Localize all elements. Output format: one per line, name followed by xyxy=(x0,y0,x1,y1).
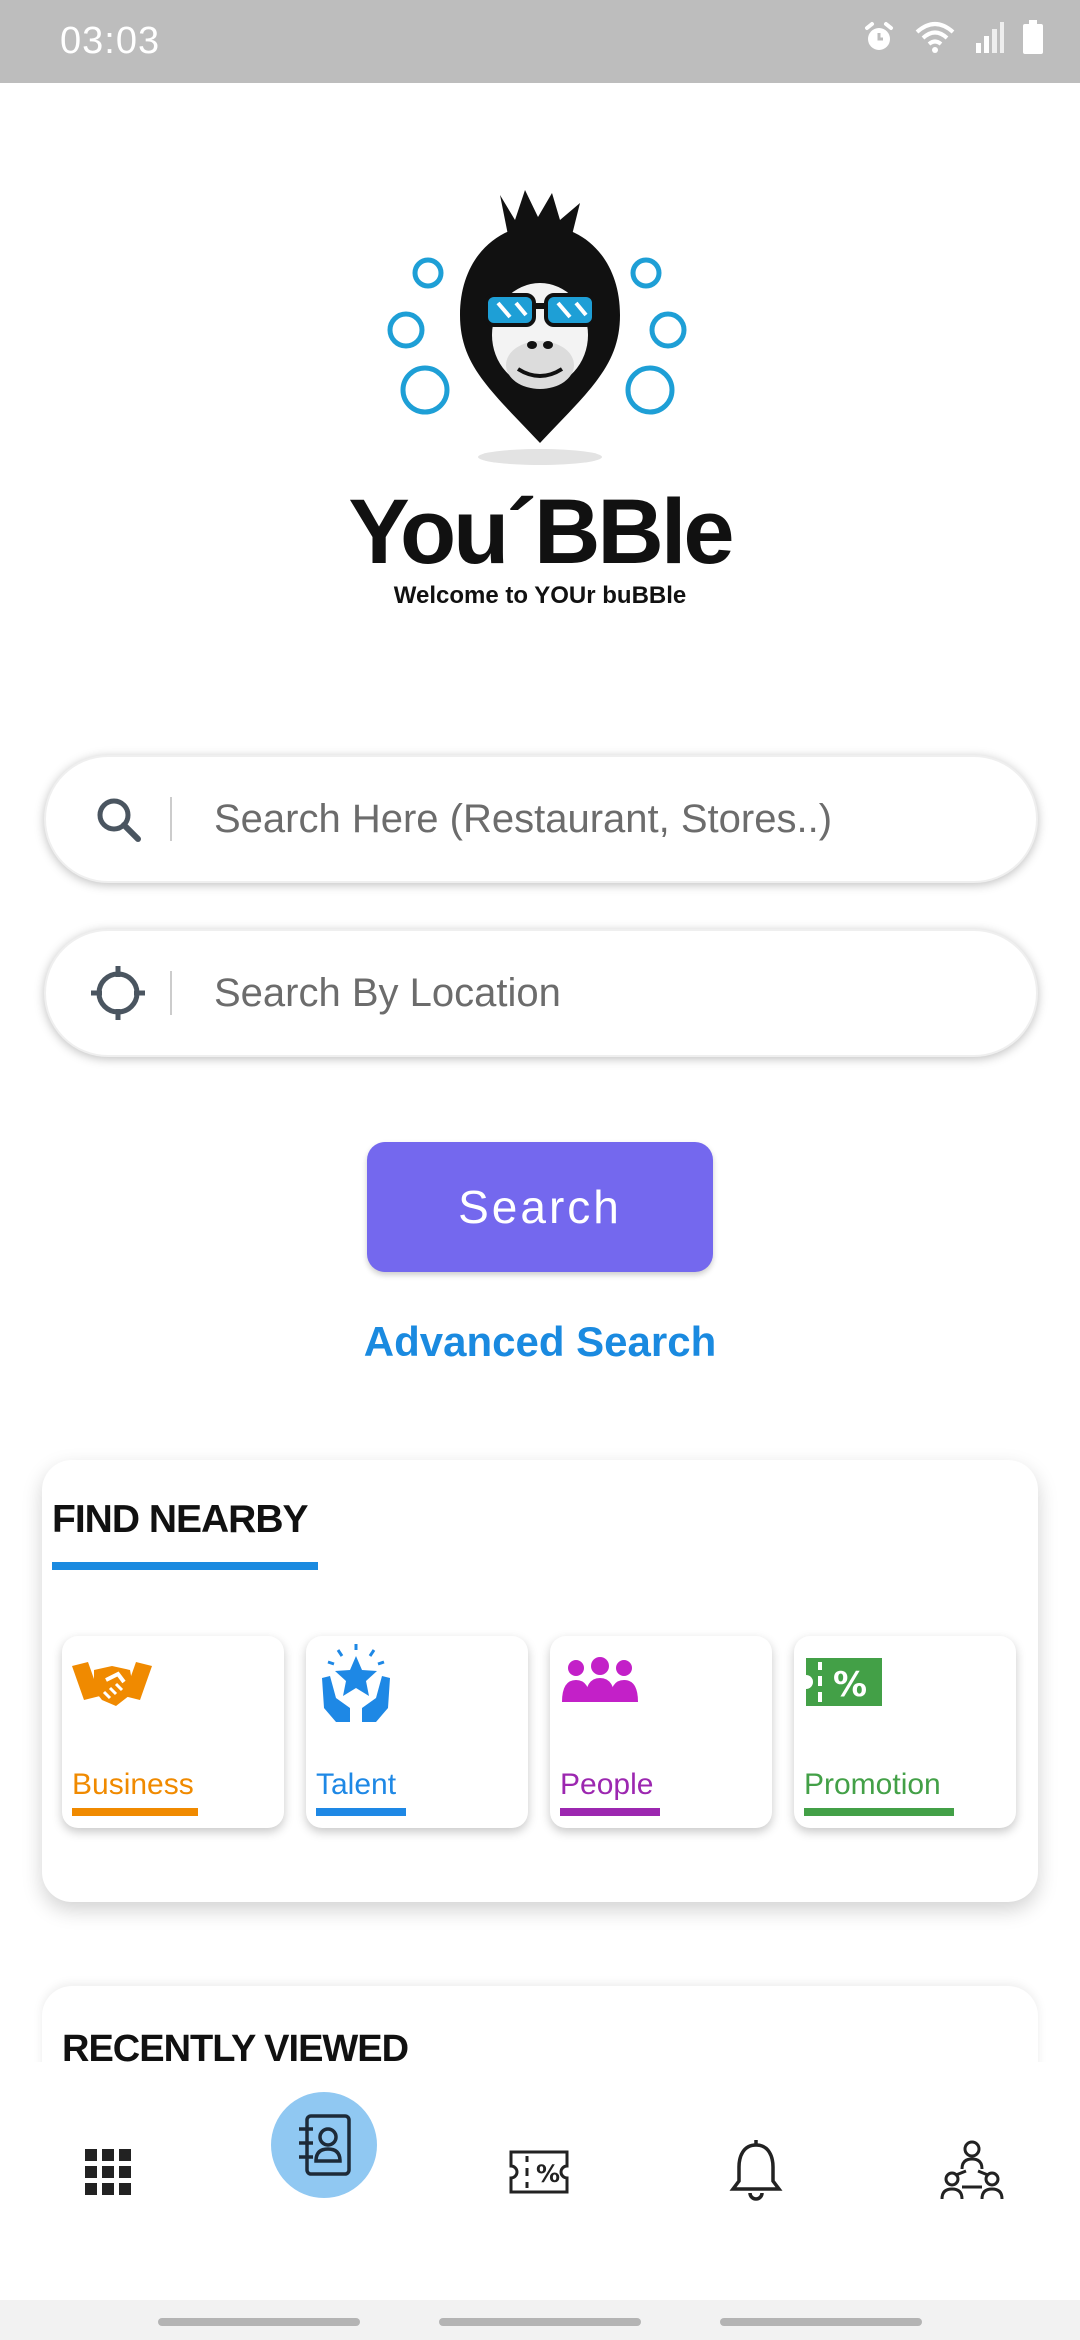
search-field-divider xyxy=(170,797,172,841)
bell-icon xyxy=(729,2140,783,2201)
wifi-icon xyxy=(914,20,956,54)
category-underline xyxy=(560,1808,660,1816)
alarm-icon xyxy=(862,20,896,54)
svg-text:%: % xyxy=(536,2160,560,2188)
nav-notifications[interactable] xyxy=(728,2138,784,2204)
handshake-icon xyxy=(72,1656,152,1717)
people-group-icon xyxy=(560,1656,640,1711)
location-field[interactable] xyxy=(44,929,1038,1057)
find-nearby-underline xyxy=(52,1562,318,1570)
community-network-icon xyxy=(940,2140,1004,2200)
battery-icon xyxy=(1022,20,1044,54)
system-nav-recent[interactable] xyxy=(158,2318,360,2326)
status-bar: 03:03 xyxy=(0,0,1080,83)
category-talent[interactable]: Talent xyxy=(306,1636,528,1828)
advanced-search-link[interactable]: Advanced Search xyxy=(0,1318,1080,1366)
nav-coupons[interactable]: % xyxy=(508,2144,570,2200)
search-button[interactable]: Search xyxy=(367,1142,713,1272)
talent-star-hands-icon xyxy=(316,1644,396,1729)
system-navigation-bar xyxy=(0,2300,1080,2340)
find-nearby-card: FIND NEARBY Business Talent People % Pro… xyxy=(42,1460,1038,1902)
brand-name: You´BBle xyxy=(348,481,734,583)
nav-grid-menu[interactable] xyxy=(80,2144,136,2200)
location-input[interactable] xyxy=(214,970,994,1016)
nav-community[interactable] xyxy=(940,2138,1004,2204)
system-nav-back[interactable] xyxy=(720,2318,922,2326)
search-field[interactable] xyxy=(44,755,1038,883)
promotion-coupon-icon: % xyxy=(799,1656,884,1713)
category-people[interactable]: People xyxy=(550,1636,772,1828)
coupon-percent-icon: % xyxy=(509,2150,569,2194)
brand-tagline: Welcome to YOUr buBBle xyxy=(393,582,687,609)
svg-text:%: % xyxy=(833,1665,867,1705)
category-label: Promotion xyxy=(804,1768,941,1801)
app-logo-mascot xyxy=(340,185,740,475)
category-label: Talent xyxy=(316,1768,397,1801)
system-nav-home[interactable] xyxy=(439,2318,641,2326)
category-underline xyxy=(316,1808,406,1816)
search-input[interactable] xyxy=(214,796,994,842)
category-label: People xyxy=(560,1768,654,1801)
category-underline xyxy=(72,1808,198,1816)
category-business[interactable]: Business xyxy=(62,1636,284,1828)
category-label: Business xyxy=(72,1768,194,1801)
grid-menu-icon xyxy=(85,2149,131,2195)
status-time: 03:03 xyxy=(60,20,161,62)
find-nearby-title: FIND NEARBY xyxy=(52,1498,309,1541)
nav-contacts-active[interactable] xyxy=(271,2092,377,2198)
location-field-divider xyxy=(170,971,172,1015)
contact-directory-icon xyxy=(299,2114,351,2176)
search-icon xyxy=(66,795,170,843)
bottom-navigation: % xyxy=(0,2062,1080,2300)
category-underline xyxy=(804,1808,954,1816)
signal-icon xyxy=(974,21,1004,53)
category-promotion[interactable]: % Promotion xyxy=(794,1636,1016,1828)
location-crosshair-icon[interactable] xyxy=(66,963,170,1023)
status-icons xyxy=(862,20,1044,54)
